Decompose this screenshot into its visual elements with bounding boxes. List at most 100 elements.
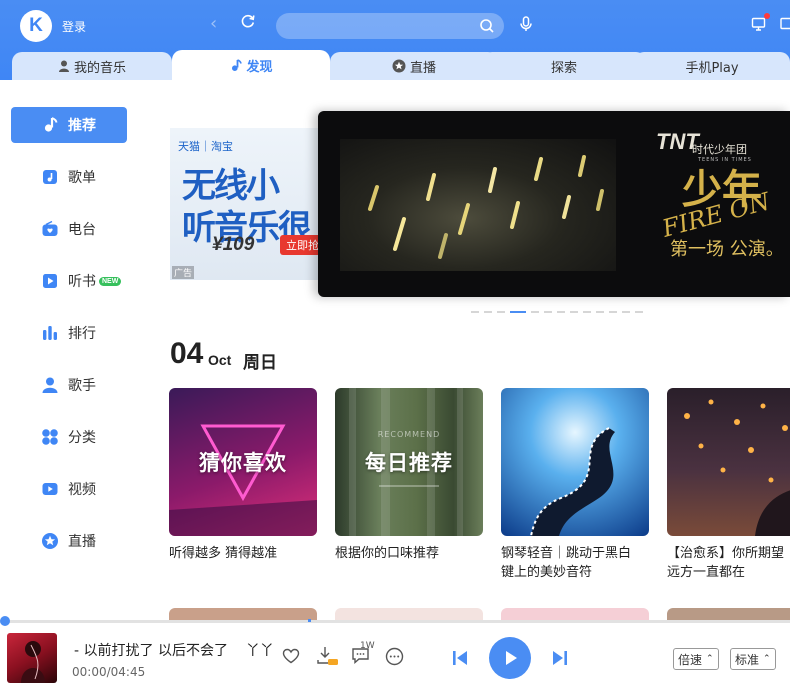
play-time: 00:00/04:45 (72, 665, 146, 679)
banner-dot[interactable] (497, 311, 505, 313)
chevron-up-icon: ⌃ (706, 654, 714, 664)
back-icon[interactable]: ‹ (210, 13, 217, 34)
chevron-up-icon: ⌃ (763, 654, 771, 664)
tab-label: 发现 (246, 59, 273, 75)
login-link[interactable]: 登录 (62, 18, 86, 35)
progress-marker (308, 619, 311, 622)
star-icon (392, 59, 406, 73)
caption-line: 键上的美妙音符 (501, 565, 593, 580)
banner-dot[interactable] (635, 311, 643, 313)
sidebar-item-singer[interactable]: 歌手 (11, 367, 127, 403)
music-note-icon (40, 115, 60, 135)
next-row-card (667, 608, 790, 620)
sidebar-item-audiobook[interactable]: 听书 NEW (11, 263, 127, 299)
speed-select[interactable]: 倍速 ⌃ (673, 648, 719, 670)
ad-brand: 天猫｜淘宝 (178, 140, 233, 153)
card-cover-title: 猜你喜欢 (199, 451, 287, 475)
refresh-icon[interactable] (240, 13, 256, 33)
chart-icon (40, 323, 60, 343)
card-healing-playlist[interactable]: 【治愈系】你所期望 远方一直都在 (667, 388, 790, 582)
banner-dot[interactable] (484, 311, 492, 313)
heart-icon[interactable] (282, 647, 300, 669)
category-icon (40, 427, 60, 447)
sidebar-item-playlist[interactable]: 歌单 (11, 159, 127, 195)
card-cover[interactable] (501, 388, 649, 536)
sidebar-item-label: 推荐 (68, 118, 96, 134)
banner-subtitle: 第一场 公演。 (670, 239, 784, 260)
banner-ad[interactable]: 天猫｜淘宝 无线小 听音乐很 ¥109 立即抢 广告 (170, 128, 325, 280)
card-cover[interactable]: RECOMMEND 每日推荐 (335, 388, 483, 536)
ad-label: 广告 (172, 266, 195, 279)
playlist-icon (40, 167, 60, 187)
player-bar: - 以前打扰了 以后不会了 丫丫 00:00/04:45 1W 倍速 ⌃ 标准 ⌃ (0, 616, 790, 693)
banner-photo (340, 139, 616, 271)
search-icon[interactable] (479, 18, 495, 38)
banner-dot[interactable] (544, 311, 552, 313)
microphone-icon[interactable] (518, 15, 534, 37)
caption-line: 根据你的口味推荐 (335, 546, 440, 561)
search-input[interactable] (276, 13, 466, 39)
tab-explore[interactable]: 探索 (482, 52, 646, 80)
banner-dot[interactable] (583, 311, 591, 313)
banner-main[interactable]: TNT 时代少年团 TEENS IN TIMES 少年 FIRE ON 第一场 … (318, 111, 790, 297)
song-title[interactable]: - 以前打扰了 以后不会了 丫丫 (74, 640, 274, 660)
star-icon (40, 531, 60, 551)
banner-dot[interactable] (557, 311, 565, 313)
banner-dot[interactable] (531, 311, 539, 313)
notification-dot (764, 13, 770, 19)
progress-handle[interactable] (0, 616, 10, 626)
card-cover[interactable] (667, 388, 790, 536)
banner-pagination (471, 311, 643, 313)
user-icon (58, 60, 69, 72)
tab-label: 我的音乐 (73, 60, 126, 76)
ad-price: ¥109 (212, 234, 255, 255)
song-name: - 以前打扰了 以后不会了 (74, 643, 228, 659)
sidebar-item-recommend[interactable]: 推荐 (11, 107, 127, 143)
mini-mode-icon[interactable] (780, 16, 790, 36)
monitor-icon[interactable] (751, 16, 767, 36)
banner-dot[interactable] (510, 311, 526, 313)
banner-dot[interactable] (622, 311, 630, 313)
music-note-icon (232, 58, 243, 71)
sidebar-item-ranking[interactable]: 排行 (11, 315, 127, 351)
sidebar-item-radio[interactable]: 电台 (11, 211, 127, 247)
banner-dot[interactable] (471, 311, 479, 313)
play-button[interactable] (489, 637, 531, 679)
sidebar-item-live[interactable]: 直播 (11, 523, 127, 559)
next-row-card (169, 608, 317, 620)
sidebar-item-video[interactable]: 视频 (11, 471, 127, 507)
quality-select[interactable]: 标准 ⌃ (730, 648, 776, 670)
date-day: 04 (170, 337, 204, 370)
app-logo[interactable]: K (20, 10, 52, 42)
sidebar: 推荐 歌单 电台 听书 NEW 排行 歌手 分类 视频 直播 (0, 80, 150, 620)
comment-count: 1W (360, 641, 375, 651)
card-daily-recommend[interactable]: RECOMMEND 每日推荐 根据你的口味推荐 (335, 388, 483, 563)
card-guess-you-like[interactable]: 猜你喜欢 听得越多 猜得越准 (169, 388, 317, 563)
banner-dot[interactable] (570, 311, 578, 313)
date-weekday: 周日 (243, 353, 277, 373)
previous-icon[interactable] (451, 649, 469, 671)
download-icon[interactable] (316, 645, 340, 671)
song-artist[interactable]: 丫丫 (246, 643, 274, 659)
sidebar-item-label: 听书 (68, 274, 96, 290)
sidebar-item-category[interactable]: 分类 (11, 419, 127, 455)
card-piano-playlist[interactable]: 钢琴轻音｜跳动于黑白 键上的美妙音符 (501, 388, 649, 582)
card-cover[interactable]: 猜你喜欢 (169, 388, 317, 536)
next-row-card (501, 608, 649, 620)
tab-mobile-play[interactable]: 手机Play (634, 52, 790, 80)
date-month: Oct (208, 352, 232, 368)
banner-dot[interactable] (609, 311, 617, 313)
search-box (276, 13, 504, 39)
card-caption: 钢琴轻音｜跳动于黑白 键上的美妙音符 (501, 544, 649, 582)
album-cover[interactable] (7, 633, 57, 683)
quality-label: 标准 (735, 652, 760, 667)
tab-live[interactable]: 直播 (330, 52, 498, 80)
progress-bar[interactable] (0, 616, 790, 626)
next-icon[interactable] (551, 649, 569, 671)
banner-dot[interactable] (596, 311, 604, 313)
sidebar-item-label: 视频 (68, 482, 96, 498)
tab-my-music[interactable]: 我的音乐 (12, 52, 172, 80)
more-icon[interactable] (385, 647, 404, 670)
tab-discover[interactable]: 发现 (172, 50, 330, 80)
sidebar-item-label: 分类 (68, 430, 96, 446)
